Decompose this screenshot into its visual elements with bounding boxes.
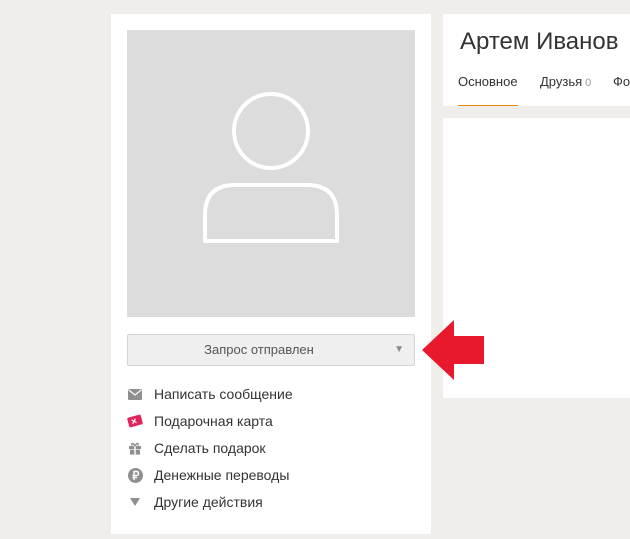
tab-main[interactable]: Основное — [458, 74, 518, 106]
envelope-icon — [127, 386, 143, 402]
friends-count: 0 — [585, 77, 592, 89]
tab-label: Друзья — [540, 74, 583, 89]
tab-label: Фо — [613, 74, 630, 89]
friend-request-sent-button[interactable]: Запрос отправлен ▼ — [127, 334, 415, 366]
tab-photos[interactable]: Фо — [613, 74, 630, 105]
action-label: Написать сообщение — [154, 386, 293, 402]
tab-label: Основное — [458, 74, 518, 89]
action-label: Денежные переводы — [154, 467, 290, 483]
ruble-icon — [127, 467, 143, 483]
action-label: Другие действия — [154, 494, 263, 510]
gift-card-icon — [127, 413, 143, 429]
gift-icon — [127, 440, 143, 456]
profile-header-card: Артем Иванов Основное Друзья 0 Фо — [443, 14, 630, 106]
action-label: Сделать подарок — [154, 440, 266, 456]
tab-friends[interactable]: Друзья 0 — [540, 74, 591, 105]
friend-request-sent-label: Запрос отправлен — [204, 342, 314, 357]
chevron-down-icon[interactable]: ▼ — [394, 335, 404, 365]
profile-sidebar-card: Запрос отправлен ▼ Написать сообщение По… — [111, 14, 431, 534]
default-user-icon — [203, 92, 339, 243]
action-label: Подарочная карта — [154, 413, 273, 429]
profile-name: Артем Иванов — [460, 28, 619, 55]
triangle-down-icon — [127, 494, 143, 510]
avatar[interactable] — [127, 30, 415, 317]
red-arrow-icon — [422, 320, 484, 380]
